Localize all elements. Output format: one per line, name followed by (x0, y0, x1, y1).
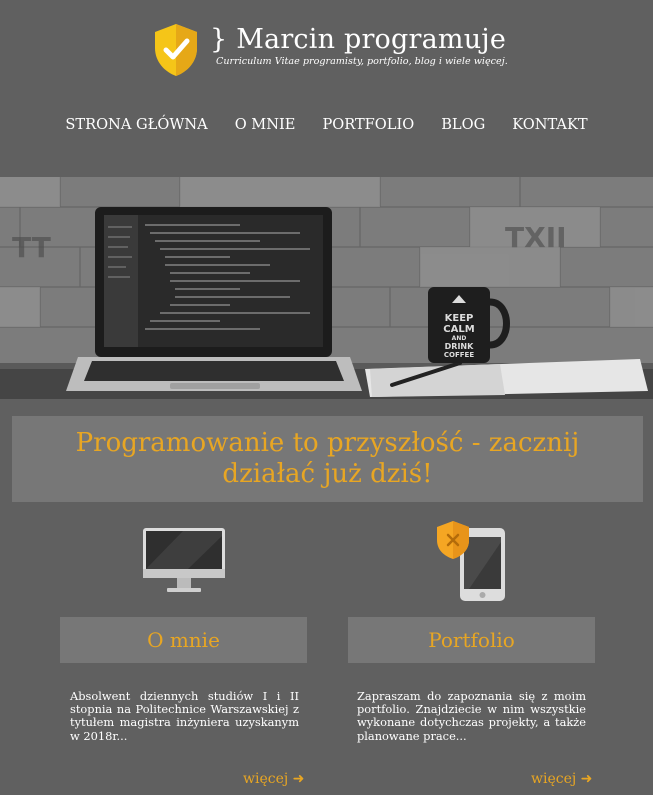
mug-text-4: DRINK (445, 342, 474, 351)
nav-portfolio[interactable]: PORTFOLIO (322, 116, 414, 133)
logo-text: } Marcin programuje Curriculum Vitae pro… (210, 23, 508, 67)
shield-check-icon (155, 24, 197, 76)
feature-portfolio-title: Portfolio (428, 628, 515, 652)
nav-about[interactable]: O MNIE (235, 116, 296, 133)
feature-portfolio-more-link[interactable]: więcej ➜ (531, 771, 592, 787)
site-logo[interactable]: } Marcin programuje Curriculum Vitae pro… (152, 22, 508, 78)
site-subtitle: Curriculum Vitae programisty, portfolio,… (216, 56, 508, 67)
site-title: } Marcin programuje (210, 23, 508, 57)
mug-text-2: CALM (443, 324, 474, 335)
tablet-shield-icon (437, 521, 505, 601)
svg-text:TT: TT (12, 231, 51, 264)
nav-contact[interactable]: KONTAKT (512, 116, 587, 133)
hero-illustration: TT TXII KEEP CALM AND DRINK COFFEE (0, 177, 653, 399)
logo-brace: } (210, 24, 228, 55)
mug-text-3: AND (452, 335, 467, 342)
main-navigation: STRONA GŁÓWNA O MNIE PORTFOLIO BLOG KONT… (0, 116, 653, 133)
mug-text-5: COFFEE (444, 351, 474, 359)
headline-text: Programowanie to przyszłość - zacznij dz… (75, 428, 580, 489)
nav-blog[interactable]: BLOG (441, 116, 485, 133)
headline-banner: Programowanie to przyszłość - zacznij dz… (12, 416, 643, 502)
svg-text:TXII: TXII (505, 221, 567, 254)
nav-home[interactable]: STRONA GŁÓWNA (65, 116, 207, 133)
feature-about-title-box[interactable]: O mnie (60, 617, 307, 663)
feature-about-more-link[interactable]: więcej ➜ (243, 771, 304, 787)
feature-about-title: O mnie (147, 628, 220, 652)
site-title-text: Marcin programuje (236, 24, 507, 55)
monitor-icon (143, 528, 225, 592)
hero-image: TT TXII KEEP CALM AND DRINK COFFEE (0, 177, 653, 399)
feature-portfolio-title-box[interactable]: Portfolio (348, 617, 595, 663)
feature-about-description: Absolwent dziennych studiów I i II stopn… (70, 689, 299, 743)
mug-text-1: KEEP (445, 313, 474, 324)
feature-portfolio-description: Zapraszam do zapoznania się z moim portf… (357, 689, 586, 743)
